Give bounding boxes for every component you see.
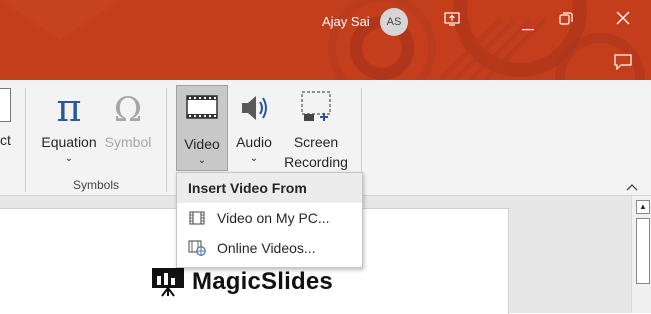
group-separator	[25, 88, 26, 192]
brand-logo: MagicSlides	[152, 266, 333, 298]
equation-button[interactable]: π Equation ⌄	[37, 86, 101, 164]
insert-video-menu: Insert Video From Video on My PC... Onli…	[176, 172, 363, 268]
equation-label: Equation	[41, 134, 97, 150]
chevron-down-icon: ⌄	[64, 153, 74, 164]
menu-item-video-on-my-pc[interactable]: Video on My PC...	[177, 203, 362, 233]
menu-item-online-videos[interactable]: Online Videos...	[177, 233, 362, 263]
user-name[interactable]: Ajay Sai	[322, 14, 370, 29]
audio-label: Audio	[236, 134, 272, 150]
chevron-down-icon: ⌄	[197, 155, 207, 166]
svg-text:π: π	[57, 88, 82, 128]
vertical-scrollbar[interactable]: ▲	[631, 196, 651, 313]
partial-shape-icon	[0, 88, 11, 122]
collapse-ribbon-icon[interactable]	[626, 180, 638, 194]
audio-button[interactable]: Audio ⌄	[230, 88, 278, 164]
scroll-up-icon[interactable]: ▲	[636, 200, 650, 214]
scroll-thumb[interactable]	[636, 218, 650, 284]
comments-icon[interactable]	[614, 54, 632, 75]
svg-text:Ω: Ω	[114, 90, 142, 128]
omega-icon: Ω	[101, 88, 155, 132]
video-button[interactable]: Video ⌄	[176, 85, 228, 171]
presentation-board-icon	[152, 268, 184, 297]
partial-button-label[interactable]: ct	[0, 132, 11, 148]
online-video-icon	[177, 240, 217, 256]
film-strip-icon	[177, 211, 217, 225]
screen-recording-label-line1: Screen	[293, 134, 339, 150]
restore-icon[interactable]	[559, 12, 573, 31]
menu-item-label: Online Videos...	[217, 240, 316, 256]
close-icon[interactable]	[616, 11, 630, 30]
video-label: Video	[184, 136, 220, 152]
title-bar: Ajay Sai AS	[0, 0, 651, 80]
brand-text: MagicSlides	[192, 268, 333, 295]
chevron-down-icon: ⌄	[249, 153, 259, 164]
menu-item-label: Video on My PC...	[217, 210, 330, 226]
present-online-icon[interactable]	[444, 12, 460, 31]
avatar[interactable]: AS	[380, 8, 408, 36]
title-bar-decoration	[0, 0, 645, 80]
symbols-group-label: Symbols	[72, 178, 119, 192]
video-film-icon	[177, 86, 227, 134]
group-separator	[166, 88, 167, 192]
menu-header: Insert Video From	[177, 173, 362, 203]
pi-icon: π	[37, 86, 101, 132]
symbol-button[interactable]: Ω Symbol	[101, 88, 155, 152]
minimize-icon[interactable]	[522, 18, 534, 36]
speaker-icon	[230, 88, 278, 132]
symbol-label: Symbol	[104, 134, 152, 150]
screen-recording-button[interactable]: Screen Recording	[280, 88, 352, 172]
screen-recording-icon	[280, 88, 352, 132]
screen-recording-label-line2: Recording	[284, 154, 348, 170]
